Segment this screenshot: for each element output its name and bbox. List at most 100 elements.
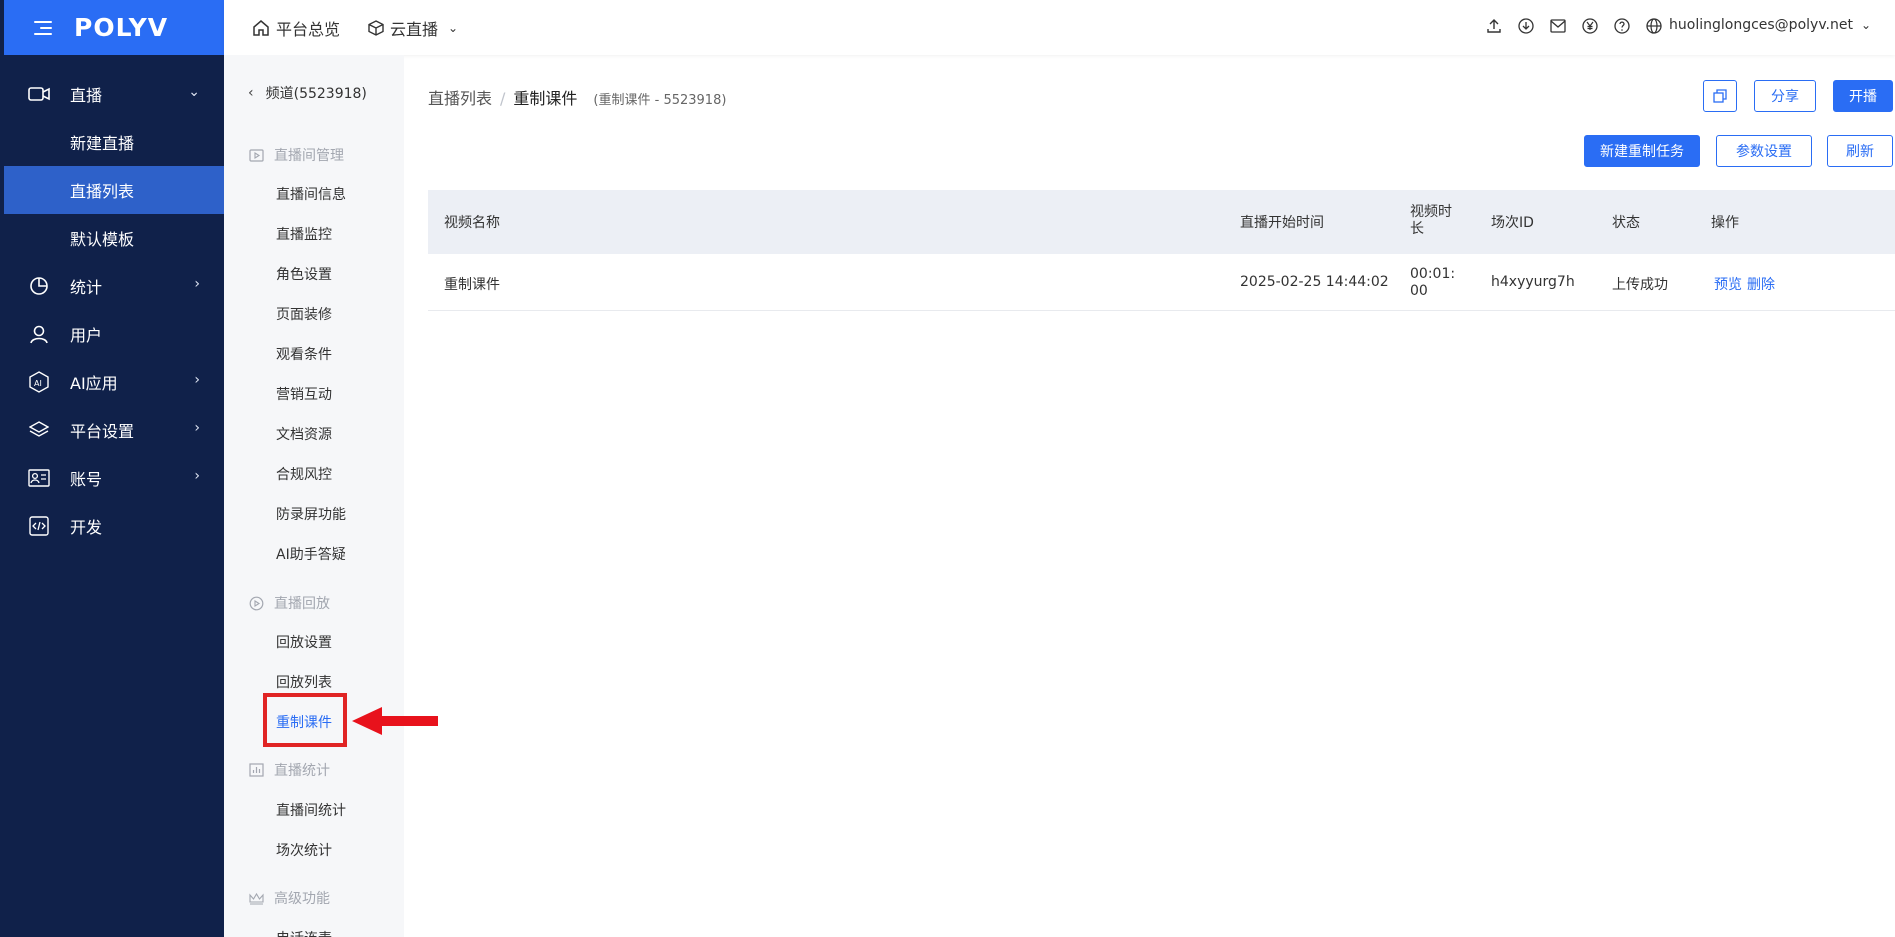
group-title: 高级功能	[274, 891, 330, 907]
product-label: 云直播	[390, 20, 439, 39]
start-live-button[interactable]: 开播	[1833, 80, 1893, 112]
subnav-replay-settings[interactable]: 回放设置	[276, 632, 332, 652]
logo: POLYV	[74, 13, 169, 42]
subnav-anti-recording[interactable]: 防录屏功能	[276, 504, 346, 524]
user-email: huolinglongces@polyv.net	[1669, 17, 1853, 33]
header-icon-group	[1485, 17, 1663, 35]
copy-button[interactable]	[1703, 80, 1737, 112]
breadcrumb: 直播列表 / 重制课件 (重制课件 - 5523918)	[428, 85, 726, 109]
sidebar-item-new-live[interactable]: 新建直播	[4, 118, 224, 166]
refresh-button[interactable]: 刷新	[1827, 135, 1893, 167]
subnav-marketing[interactable]: 营销互动	[276, 384, 332, 404]
sidebar-item-account[interactable]: 账号 ›	[4, 454, 224, 502]
copy-icon	[1713, 89, 1727, 103]
channel-subnav: ‹ 频道(5523918) 直播间管理 直播间信息 直播监控 角色设置 页面装修…	[224, 55, 404, 937]
group-title: 直播统计	[274, 763, 330, 779]
delete-link[interactable]: 删除	[1747, 274, 1775, 294]
yen-icon[interactable]	[1581, 17, 1599, 35]
subnav-room-info[interactable]: 直播间信息	[276, 184, 346, 204]
subnav-role-settings[interactable]: 角色设置	[276, 264, 332, 284]
cell-session-id: h4xyyurg7h	[1491, 274, 1575, 290]
chevron-right-icon: ›	[194, 420, 200, 436]
cell-status: 上传成功	[1612, 277, 1668, 293]
share-button[interactable]: 分享	[1754, 80, 1816, 112]
sidebar-item-label: AI应用	[70, 374, 118, 393]
subnav-page-decoration[interactable]: 页面装修	[276, 304, 332, 324]
cube-icon	[368, 20, 384, 36]
sidebar-item-label: 用户	[70, 326, 103, 345]
sidebar-item-label: 账号	[70, 470, 103, 489]
sidebar-item-users[interactable]: 用户	[4, 310, 224, 358]
sidebar-item-live-list[interactable]: 直播列表	[4, 166, 224, 214]
ai-icon: AI	[28, 371, 50, 393]
breadcrumb-current: 重制课件	[513, 89, 578, 108]
chevron-down-icon: ⌄	[1860, 18, 1871, 32]
help-icon[interactable]	[1613, 17, 1631, 35]
group-room-management: 直播间管理	[248, 145, 344, 165]
group-title: 直播回放	[274, 596, 330, 612]
group-live-replay: 直播回放	[248, 593, 330, 613]
col-status: 状态	[1612, 215, 1640, 231]
download-icon[interactable]	[1517, 17, 1535, 35]
preview-link[interactable]: 预览	[1714, 274, 1742, 294]
subnav-documents[interactable]: 文档资源	[276, 424, 332, 444]
user-icon	[28, 323, 50, 345]
user-menu[interactable]: huolinglongces@polyv.net ⌄	[1669, 17, 1871, 33]
col-duration: 视频时长	[1410, 204, 1452, 237]
chevron-right-icon: ›	[194, 468, 200, 484]
sidebar-item-platform-settings[interactable]: 平台设置 ›	[4, 406, 224, 454]
breadcrumb-meta: (重制课件 - 5523918)	[593, 93, 727, 108]
subnav-viewing-conditions[interactable]: 观看条件	[276, 344, 332, 364]
new-remake-task-button[interactable]: 新建重制任务	[1584, 135, 1700, 167]
sidebar-item-stats[interactable]: 统计 ›	[4, 262, 224, 310]
sidebar-item-label: 开发	[70, 518, 103, 537]
replay-icon	[248, 595, 264, 611]
globe-icon[interactable]	[1645, 17, 1663, 35]
product-switcher[interactable]: 云直播 ⌄	[368, 16, 458, 40]
cell-duration: 00:01:00	[1410, 266, 1456, 299]
main-content: 直播列表 / 重制课件 (重制课件 - 5523918) 分享 开播 新建重制任…	[404, 55, 1895, 937]
subnav-ai-assistant[interactable]: AI助手答疑	[276, 544, 346, 564]
chevron-right-icon: ›	[194, 372, 200, 388]
svg-text:AI: AI	[34, 379, 42, 388]
breadcrumb-parent[interactable]: 直播列表	[428, 85, 492, 109]
chevron-down-icon: ⌄	[448, 21, 459, 35]
play-screen-icon	[248, 147, 264, 163]
cell-start-time: 2025-02-25 14:44:02	[1240, 274, 1389, 290]
sidebar-item-label: 平台设置	[70, 422, 135, 441]
col-ops: 操作	[1711, 215, 1739, 231]
subnav-room-stats[interactable]: 直播间统计	[276, 800, 346, 820]
subnav-phone-mic[interactable]: 电话连麦	[276, 928, 332, 937]
params-settings-button[interactable]: 参数设置	[1716, 135, 1812, 167]
sidebar-item-dev[interactable]: 开发	[4, 502, 224, 550]
chart-pie-icon	[28, 275, 50, 297]
chevron-down-icon: ⌄	[188, 84, 200, 100]
col-session-id: 场次ID	[1491, 215, 1534, 231]
group-live-stats: 直播统计	[248, 760, 330, 780]
id-card-icon	[28, 467, 50, 489]
stats-icon	[248, 762, 264, 778]
main-sidebar: POLYV 直播 ⌄ 新建直播 直播列表 默认模板 统计 › 用户 AI AI应…	[0, 0, 224, 937]
chevron-left-icon: ‹	[248, 85, 254, 101]
channel-back[interactable]: ‹ 频道(5523918)	[248, 83, 367, 103]
cell-video-name: 重制课件	[444, 277, 500, 293]
sidebar-item-default-template[interactable]: 默认模板	[4, 214, 224, 262]
subnav-live-monitor[interactable]: 直播监控	[276, 224, 332, 244]
subnav-replay-list[interactable]: 回放列表	[276, 672, 332, 692]
sidebar-item-live[interactable]: 直播 ⌄	[4, 70, 224, 118]
upload-icon[interactable]	[1485, 17, 1503, 35]
app-root: POLYV 直播 ⌄ 新建直播 直播列表 默认模板 统计 › 用户 AI AI应…	[0, 0, 1895, 937]
mail-icon[interactable]	[1549, 17, 1567, 35]
logo-bar: POLYV	[4, 0, 224, 55]
chevron-right-icon: ›	[194, 276, 200, 292]
remake-table: 视频名称 直播开始时间 视频时长 场次ID 状态 操作 重制课件 2025-02…	[428, 190, 1895, 311]
menu-toggle-icon[interactable]	[34, 19, 56, 37]
group-title: 直播间管理	[274, 148, 344, 164]
sidebar-item-ai[interactable]: AI AI应用 ›	[4, 358, 224, 406]
col-start-time: 直播开始时间	[1240, 215, 1324, 231]
layers-icon	[28, 419, 50, 441]
platform-overview-link[interactable]: 平台总览	[252, 16, 340, 40]
subnav-compliance[interactable]: 合规风控	[276, 464, 332, 484]
top-header: 平台总览 云直播 ⌄ huolinglongces@polyv.net ⌄	[224, 0, 1895, 55]
subnav-session-stats[interactable]: 场次统计	[276, 840, 332, 860]
